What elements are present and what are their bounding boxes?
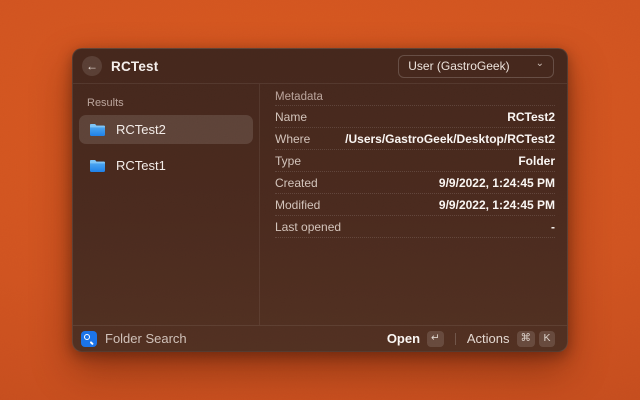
metadata-row-modified: Modified 9/9/2022, 1:24:45 PM <box>275 194 555 216</box>
metadata-value: RCTest2 <box>307 110 555 124</box>
metadata-panel: Metadata Name RCTest2 Where /Users/Gastr… <box>259 84 567 325</box>
metadata-value: 9/9/2022, 1:24:45 PM <box>320 198 555 212</box>
folder-icon <box>89 123 106 137</box>
metadata-row-where: Where /Users/GastroGeek/Desktop/RCTest2 <box>275 128 555 150</box>
metadata-header: Metadata <box>275 89 555 106</box>
list-item-rctest2[interactable]: RCTest2 <box>79 115 253 144</box>
results-panel: Results RCTest2 <box>73 84 259 325</box>
metadata-label: Where <box>275 132 310 146</box>
metadata-row-type: Type Folder <box>275 150 555 172</box>
enter-key-icon: ↵ <box>427 331 444 347</box>
metadata-value: Folder <box>301 154 555 168</box>
file-search-window: ← RCTest User (GastroGeek) ⌄ Results <box>72 48 568 352</box>
metadata-label: Modified <box>275 198 320 212</box>
footer-bar: Open ↵ Actions ⌘ K <box>73 325 567 351</box>
arrow-left-icon: ← <box>86 60 98 72</box>
metadata-row-created: Created 9/9/2022, 1:24:45 PM <box>275 172 555 194</box>
open-action-label: Open <box>387 331 420 346</box>
k-key-icon: K <box>539 331 555 347</box>
user-dropdown-value: User (GastroGeek) <box>408 59 509 73</box>
search-input[interactable] <box>105 331 387 346</box>
back-button[interactable]: ← <box>82 56 102 76</box>
metadata-row-last-opened: Last opened - <box>275 216 555 238</box>
user-dropdown[interactable]: User (GastroGeek) ⌄ <box>398 55 554 78</box>
metadata-label: Type <box>275 154 301 168</box>
metadata-row-name: Name RCTest2 <box>275 106 555 128</box>
open-action[interactable]: Open ↵ <box>387 331 444 347</box>
chevron-down-icon: ⌄ <box>536 59 544 69</box>
actions-menu-button[interactable]: Actions ⌘ K <box>467 331 555 347</box>
command-key-icon: ⌘ <box>517 331 536 347</box>
metadata-label: Created <box>275 176 318 190</box>
page-title: RCTest <box>111 59 158 74</box>
search-icon <box>81 331 97 347</box>
list-item-label: RCTest1 <box>116 158 166 173</box>
results-section-label: Results <box>79 90 253 115</box>
list-item-rctest1[interactable]: RCTest1 <box>79 151 253 180</box>
metadata-label: Last opened <box>275 220 341 234</box>
actions-menu-label: Actions <box>467 331 510 346</box>
main-area: Results RCTest2 <box>73 84 567 325</box>
footer-separator <box>455 333 456 345</box>
list-item-label: RCTest2 <box>116 122 166 137</box>
metadata-value: 9/9/2022, 1:24:45 PM <box>318 176 555 190</box>
titlebar: ← RCTest User (GastroGeek) ⌄ <box>73 49 567 84</box>
folder-icon <box>89 159 106 173</box>
metadata-value: /Users/GastroGeek/Desktop/RCTest2 <box>310 132 555 146</box>
metadata-value: - <box>341 220 555 234</box>
metadata-label: Name <box>275 110 307 124</box>
